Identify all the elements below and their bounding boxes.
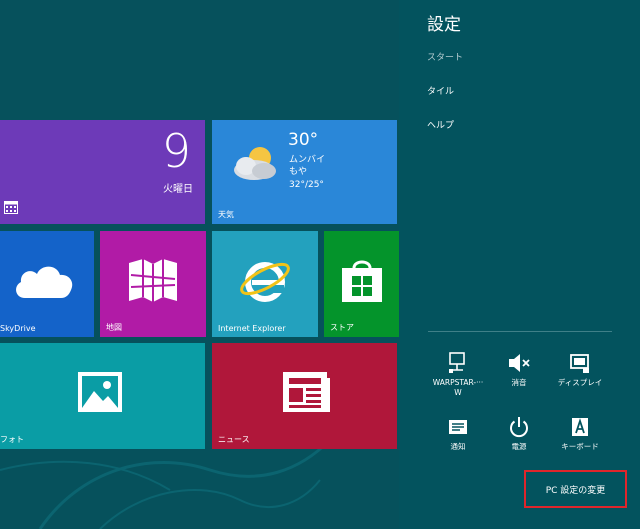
quick-settings-divider xyxy=(428,331,612,332)
cloud-icon xyxy=(16,266,73,298)
display-label: ディスプレイ xyxy=(557,378,603,387)
display-button[interactable]: ディスプレイ xyxy=(550,352,610,388)
calendar-icon xyxy=(4,201,18,214)
weather-temperature: 30° xyxy=(288,130,319,150)
internet-explorer-label: Internet Explorer xyxy=(218,324,286,333)
map-icon xyxy=(129,258,177,302)
charm-item-help[interactable]: ヘルプ xyxy=(427,118,454,131)
weather-label: 天気 xyxy=(218,210,234,219)
weather-location: ムンバイ xyxy=(289,155,326,165)
news-tile[interactable]: ニュース xyxy=(212,343,397,449)
network-button[interactable]: WARPSTAR-··· W xyxy=(428,352,488,398)
news-label: ニュース xyxy=(218,435,250,444)
charm-item-tiles[interactable]: タイル xyxy=(427,84,454,97)
skydrive-label: SkyDrive xyxy=(0,324,36,333)
weather-tile[interactable]: 30° ムンバイ もや 32°/25° 天気 xyxy=(212,120,397,224)
store-label: ストア xyxy=(330,323,354,332)
calendar-tile[interactable]: 9 火曜日 xyxy=(0,120,205,224)
photos-label: フォト xyxy=(0,435,24,444)
internet-explorer-icon xyxy=(240,261,290,302)
store-bag-icon xyxy=(341,260,382,302)
power-icon xyxy=(510,417,528,438)
charm-subtitle: スタート xyxy=(427,53,464,63)
photos-tile[interactable]: フォト xyxy=(0,343,205,449)
charm-title: 設定 xyxy=(427,15,461,35)
network-icon xyxy=(449,352,465,373)
power-button[interactable]: 電源 xyxy=(489,416,549,452)
weather-condition: もや xyxy=(289,167,308,177)
keyboard-label: キーボード xyxy=(561,442,599,451)
skydrive-tile[interactable]: SkyDrive xyxy=(0,231,94,337)
maps-label: 地図 xyxy=(106,323,122,332)
calendar-day: 9 xyxy=(161,124,191,178)
keyboard-button[interactable]: キーボード xyxy=(550,416,610,452)
notifications-button[interactable]: 通知 xyxy=(428,416,488,452)
mute-button[interactable]: 消音 xyxy=(489,352,549,388)
internet-explorer-tile[interactable]: Internet Explorer xyxy=(212,231,318,337)
mute-label: 消音 xyxy=(511,378,527,387)
notifications-label: 通知 xyxy=(450,442,466,451)
store-tile[interactable]: ストア xyxy=(324,231,399,337)
settings-charm-panel: 設定 スタート タイル ヘルプ WARPSTAR-··· W 消音 ディスプレイ xyxy=(399,0,640,529)
display-icon xyxy=(570,354,589,373)
change-pc-settings-link[interactable]: PC 設定の変更 xyxy=(524,470,627,508)
calendar-weekday: 火曜日 xyxy=(163,184,193,195)
notification-icon xyxy=(449,420,467,434)
newspaper-icon xyxy=(282,371,330,412)
start-screen: 9 火曜日 30° ムンバイ もや 32°/25° 天気 SkyDrive 地図… xyxy=(0,0,399,529)
maps-tile[interactable]: 地図 xyxy=(100,231,206,337)
speaker-mute-icon xyxy=(509,354,530,372)
weather-range: 32°/25° xyxy=(289,180,324,190)
network-label: WARPSTAR-··· W xyxy=(432,378,484,397)
power-label: 電源 xyxy=(511,442,527,451)
cloud-sun-icon xyxy=(234,147,276,180)
photo-icon xyxy=(77,371,122,412)
keyboard-icon xyxy=(572,418,588,436)
